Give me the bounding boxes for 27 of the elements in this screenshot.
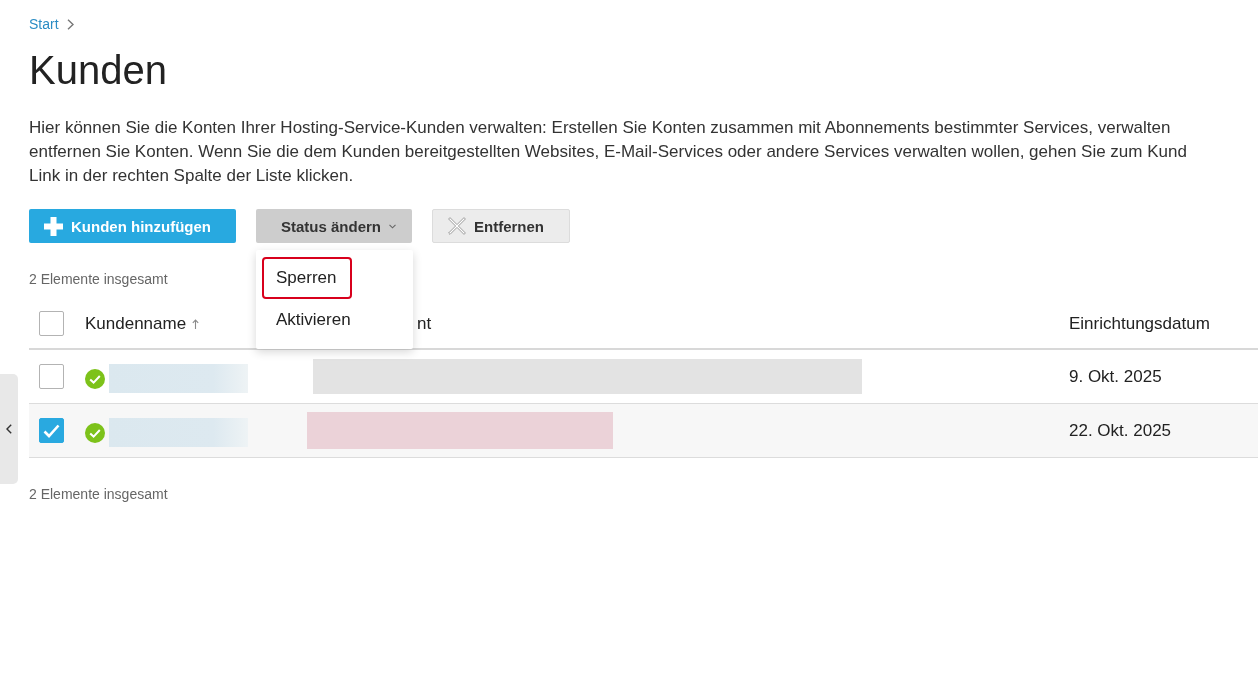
table-cell: 9. Okt. 2025 [1069,366,1162,387]
item-count-text: 2 Elemente insgesamt [29,270,168,289]
column-header[interactable]: Einrichtungsdatum [1069,313,1210,334]
collapse-handle[interactable] [0,374,18,484]
row-checkbox[interactable] [39,364,64,389]
cross-icon [448,217,466,235]
menu-item[interactable]: Sperren [262,257,353,299]
remove-button[interactable]: Entfernen [432,209,571,243]
caret-down-icon [389,223,396,229]
column-header[interactable]: nt [417,313,432,334]
breadcrumb-link[interactable]: Start [29,14,59,34]
description-text: Link in der rechten Spalte der Liste klicken. [29,165,354,187]
description-text: Hier können Sie die Konten Ihrer Hosting-Service-Kunden verwalten: Erstellen Sie Konten zusammen mit Abonnements bestimmter Services, verwalten [29,117,1171,139]
chevron-left-icon [6,424,12,434]
select-all-checkbox[interactable] [39,311,64,336]
status-dropdown-button[interactable]: Status ändern [256,209,412,243]
menu-item[interactable]: Aktivieren [262,299,367,341]
row-checkbox[interactable] [39,418,64,443]
plus-icon [44,216,63,236]
checkmark-icon [43,423,60,438]
table-cell: 22. Okt. 2025 [1069,420,1172,441]
table-row[interactable]: 22. Okt. 2025 [29,404,1258,458]
page-title: Kunden [29,47,167,94]
chevron-right-icon [66,18,74,30]
description-text: entfernen Sie Konten. Wenn Sie die dem Kunden bereitgestellten Websites, E-Mail-Services oder andere Services verwalten wollen, gehen Sie zum Kund [29,141,1187,163]
item-count-text: 2 Elemente insgesamt [29,485,168,504]
column-header[interactable]: Kundenname [85,313,187,334]
